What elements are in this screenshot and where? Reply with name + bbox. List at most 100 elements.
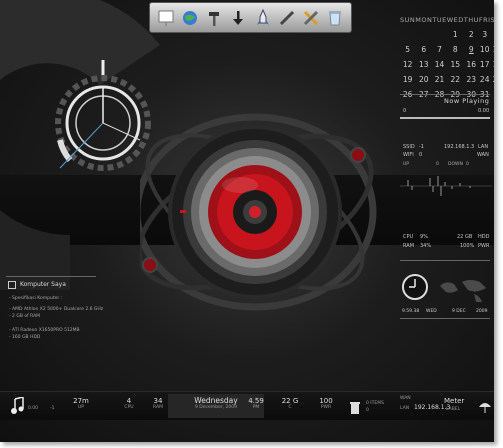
weather-icon: [478, 398, 492, 417]
cpu-label: CPU: [403, 234, 414, 240]
calendar-day[interactable]: 2: [464, 30, 479, 39]
ssid-label: SSID: [403, 144, 415, 150]
wan-label: WAN: [400, 396, 411, 401]
calendar-day-header: WED: [446, 16, 464, 24]
wifi-value: 0: [419, 152, 423, 158]
analog-clock-icon: [402, 274, 428, 300]
calendar-day[interactable]: 5: [400, 45, 415, 54]
pwr-value: 100%: [460, 243, 475, 249]
lan-label: LAN: [478, 144, 489, 150]
calendar-day-header: FRI: [478, 16, 491, 24]
presentation-icon[interactable]: [156, 7, 176, 29]
calendar-day-header: SUN: [400, 16, 416, 24]
time-label: PM: [252, 405, 260, 410]
spec-line: - 160 GB HDD: [9, 335, 41, 340]
wan-label: WAN: [477, 152, 489, 158]
calendar-day[interactable]: 6: [415, 45, 432, 54]
tools-icon[interactable]: [301, 7, 321, 29]
hdd-label: HDD: [478, 234, 490, 240]
spec-line: - AMD Athlon X2 5000+ Dualcore 2.6 GHz: [9, 307, 104, 312]
time-value: 4.59: [248, 397, 264, 405]
now-playing-right: 0.00: [478, 108, 490, 114]
calendar-day[interactable]: 24: [479, 75, 491, 84]
calendar-day[interactable]: 16: [464, 60, 479, 69]
calendar-day[interactable]: 20: [415, 75, 432, 84]
calendar-day[interactable]: 22: [447, 75, 464, 84]
cpu-label: CPU: [124, 405, 134, 410]
desktop: SUNMONTUEWEDTHUFRISAT1234567891011121314…: [0, 0, 494, 442]
calendar-day[interactable]: 17: [479, 60, 491, 69]
divider: [400, 318, 490, 319]
calendar-day-header: THU: [463, 16, 479, 24]
meter-sub: LABEL: [446, 407, 461, 412]
pwr-label: PWR: [478, 243, 490, 249]
calendar-day[interactable]: [491, 90, 494, 99]
spec-lines: - AMD Athlon X2 5000+ Dualcore 2.6 GHz - …: [9, 307, 103, 342]
world-map-icon: [440, 280, 486, 302]
globe-icon[interactable]: [180, 7, 200, 29]
divider: [400, 94, 490, 95]
meter-label: Meter: [444, 397, 465, 405]
ram-label: RAM: [403, 243, 415, 249]
calendar-day[interactable]: [400, 30, 415, 39]
now-playing-progress: [400, 117, 490, 119]
ram-value: 34%: [420, 243, 432, 249]
network-activity-graph: [400, 176, 492, 196]
spec-line: [9, 321, 103, 328]
calendar-day[interactable]: [415, 30, 432, 39]
calendar-day[interactable]: 7: [432, 45, 446, 54]
calendar-day[interactable]: 8: [447, 45, 464, 54]
recycle-bin-icon[interactable]: [325, 7, 345, 29]
power-label: PWR: [320, 405, 332, 410]
now-playing-title: Now Playing: [444, 97, 490, 105]
calendar-day[interactable]: 14: [432, 60, 446, 69]
clock-year: 2009: [476, 309, 488, 314]
ram-value: 34: [153, 397, 163, 405]
calendar-day[interactable]: 21: [432, 75, 446, 84]
calendar-day-header: MON: [415, 16, 433, 24]
power-value: 100: [319, 397, 333, 405]
hammer-icon[interactable]: [204, 7, 224, 29]
calendar-day[interactable]: 15: [447, 60, 464, 69]
disk-value: 22 G: [281, 397, 299, 405]
trash-icon[interactable]: [350, 399, 360, 418]
ssid-value: -1: [419, 144, 424, 150]
calendar-day[interactable]: 11: [491, 45, 494, 54]
down-label: DOWN: [448, 162, 463, 167]
ip-address: 192.168.1.3: [414, 404, 451, 411]
spec-header: - Spesifikasi Komputer :: [9, 296, 63, 301]
calendar-day[interactable]: 4: [491, 30, 494, 39]
calendar-grid: SUNMONTUEWEDTHUFRISAT1234567891011121314…: [400, 16, 494, 99]
rocket-icon[interactable]: [253, 7, 273, 29]
calendar-day[interactable]: [432, 30, 446, 39]
down-value: 0: [466, 162, 469, 167]
spec-line: - ATI Radeon X1650PRO 512MB: [9, 328, 80, 333]
checkbox-icon[interactable]: [8, 281, 16, 289]
cpu-value: 4: [126, 397, 132, 405]
calendar-day[interactable]: 13: [415, 60, 432, 69]
music-note-icon[interactable]: [10, 396, 24, 415]
calendar-day[interactable]: 3: [479, 30, 491, 39]
now-playing-left: 0: [403, 108, 407, 114]
up-label: UP: [403, 162, 410, 167]
bottom-status-bar: 0.00 -1 27m UP 4 CPU 34 RAM Wednesday 9 …: [0, 391, 494, 420]
download-arrow-icon[interactable]: [228, 7, 248, 29]
calendar-day[interactable]: 19: [400, 75, 415, 84]
calendar-day[interactable]: 23: [464, 75, 479, 84]
cpu-value: 9%: [420, 234, 428, 240]
application-dock: [149, 2, 352, 33]
calendar-day[interactable]: 18: [491, 60, 494, 69]
clock-day: WED: [426, 309, 437, 314]
calendar-widget: SUNMONTUEWEDTHUFRISAT1234567891011121314…: [400, 16, 494, 99]
calendar-day[interactable]: 1: [447, 30, 464, 39]
calendar-day[interactable]: 12: [400, 60, 415, 69]
calendar-day[interactable]: 9: [464, 45, 479, 54]
pen-icon[interactable]: [277, 7, 297, 29]
calendar-day[interactable]: 25: [491, 75, 494, 84]
items-sub: 0: [366, 408, 369, 413]
clock-date: 9 DEC: [452, 309, 466, 314]
hdd-value: 22 GB: [457, 234, 473, 240]
calendar-day-header: SAT: [490, 16, 494, 24]
wifi-label: WIFI: [403, 152, 414, 158]
calendar-day[interactable]: 10: [479, 45, 491, 54]
